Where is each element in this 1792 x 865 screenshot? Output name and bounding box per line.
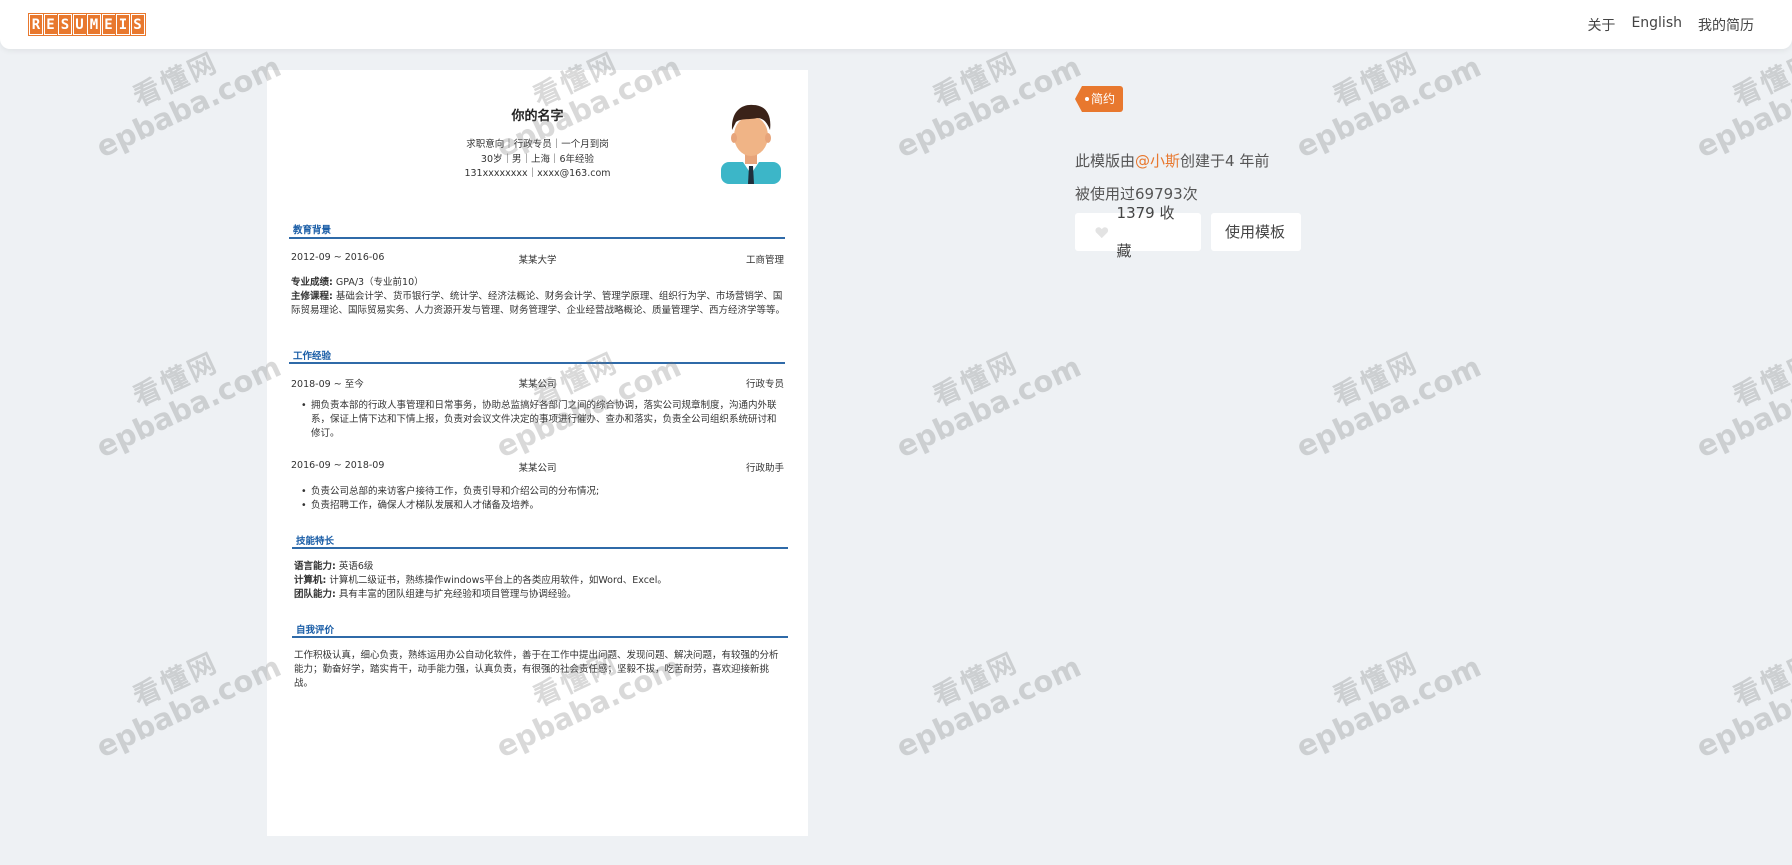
watermark: 看懂网 epbaba.com bbox=[880, 626, 1087, 765]
education-details: 专业成绩: GPA/3（专业前10） 主修课程: 基础会计学、货币银行学、统计学… bbox=[291, 276, 785, 318]
watermark-cn: 看懂网 bbox=[1728, 347, 1792, 414]
favorite-count: 1379 收藏 bbox=[1116, 204, 1175, 260]
style-tag[interactable]: 简约 bbox=[1075, 86, 1124, 112]
watermark-cn: 看懂网 bbox=[1328, 347, 1424, 414]
skill-value: 英语6级 bbox=[335, 561, 374, 572]
logo-letter: U bbox=[71, 13, 88, 36]
watermark-en: epbaba.com bbox=[91, 49, 287, 165]
job-bullet: 负责公司总部的来访客户接待工作，负责引导和介绍公司的分布情况; bbox=[301, 485, 785, 499]
avatar bbox=[721, 104, 781, 184]
template-author-info: 此模版由@小斯创建于4 年前 bbox=[1075, 150, 1269, 171]
self-evaluation-text: 工作积极认真，细心负责，熟练运用办公自动化软件，善于在工作中提出问题、发现问题、… bbox=[294, 650, 779, 689]
skill-label: 计算机: bbox=[294, 575, 327, 586]
watermark-cn: 看懂网 bbox=[128, 347, 224, 414]
job-company: 某某公司 bbox=[518, 379, 557, 390]
job-row: 2018-09 ~ 至今 某某公司 行政专员 bbox=[291, 376, 784, 390]
watermark-en: epbaba.com bbox=[1291, 349, 1487, 465]
courses-value: 基础会计学、货币银行学、统计学、经济法概论、财务会计学、管理学原理、组织行为学、… bbox=[291, 291, 786, 316]
watermark: 看懂网 epbaba.com bbox=[1680, 626, 1792, 765]
education-row: 2012-09 ~ 2016-06 某某大学 工商管理 bbox=[291, 252, 784, 266]
top-navbar: R E S U M E I S 关于 English 我的简历 bbox=[0, 0, 1792, 49]
heart-icon bbox=[1095, 226, 1109, 238]
job-company: 某某公司 bbox=[518, 463, 557, 474]
site-logo[interactable]: R E S U M E I S bbox=[28, 13, 146, 36]
watermark-cn: 看懂网 bbox=[928, 647, 1024, 714]
watermark-cn: 看懂网 bbox=[128, 647, 224, 714]
watermark-en: epbaba.com bbox=[1291, 649, 1487, 765]
job-bullets: 负责公司总部的来访客户接待工作，负责引导和介绍公司的分布情况; 负责招聘工作，确… bbox=[301, 485, 785, 513]
section-divider bbox=[292, 636, 788, 638]
logo-letter: E bbox=[100, 13, 117, 36]
job-role: 行政助手 bbox=[745, 463, 784, 474]
skill-label: 语言能力: bbox=[294, 561, 336, 572]
watermark-en: epbaba.com bbox=[891, 349, 1087, 465]
watermark-en: epbaba.com bbox=[91, 649, 287, 765]
gpa-value: GPA/3（专业前10） bbox=[332, 277, 424, 288]
watermark: 看懂网 epbaba.com bbox=[1280, 326, 1487, 465]
watermark-cn: 看懂网 bbox=[928, 347, 1024, 414]
job-date: 2016-09 ~ 2018-09 bbox=[291, 460, 385, 471]
job-bullets: 拥负责本部的行政人事管理和日常事务，协助总监搞好各部门之间的综合协调，落实公司规… bbox=[301, 399, 785, 441]
nav-about[interactable]: 关于 bbox=[1587, 15, 1615, 35]
logo-letter: S bbox=[129, 13, 146, 36]
courses-label: 主修课程: bbox=[291, 291, 333, 302]
nav-my-resume[interactable]: 我的简历 bbox=[1698, 15, 1754, 35]
watermark: 看懂网 epbaba.com bbox=[80, 626, 287, 765]
section-title-skills: 技能特长 bbox=[296, 536, 335, 547]
nav-english[interactable]: English bbox=[1631, 15, 1682, 35]
section-divider bbox=[292, 547, 788, 549]
section-title-education: 教育背景 bbox=[293, 225, 332, 236]
use-template-button[interactable]: 使用模板 bbox=[1211, 213, 1301, 251]
created-suffix: 创建于4 年前 bbox=[1180, 152, 1270, 170]
watermark-en: epbaba.com bbox=[91, 349, 287, 465]
job-bullet: 拥负责本部的行政人事管理和日常事务，协助总监搞好各部门之间的综合协调，落实公司规… bbox=[301, 399, 785, 441]
logo-letter: M bbox=[86, 13, 102, 36]
logo-letter: S bbox=[57, 13, 73, 36]
watermark-en: epbaba.com bbox=[891, 49, 1087, 165]
watermark-en: epbaba.com bbox=[1691, 49, 1792, 165]
education-date: 2012-09 ~ 2016-06 bbox=[291, 252, 385, 263]
watermark-cn: 看懂网 bbox=[1728, 647, 1792, 714]
gpa-label: 专业成绩: bbox=[291, 277, 333, 288]
watermark: 看懂网 epbaba.com bbox=[880, 326, 1087, 465]
job-role: 行政专员 bbox=[745, 379, 784, 390]
favorite-button[interactable]: 1379 收藏 bbox=[1075, 204, 1201, 260]
resume-preview: 你的名字 求职意向｜行政专员｜一个月到岗 30岁｜男｜上海｜6年经验 131xx… bbox=[267, 70, 808, 836]
watermark: 看懂网 epbaba.com bbox=[1680, 326, 1792, 465]
section-title-work: 工作经验 bbox=[293, 351, 332, 362]
watermark-cn: 看懂网 bbox=[1328, 647, 1424, 714]
watermark: 看懂网 epbaba.com bbox=[1280, 626, 1487, 765]
watermark-en: epbaba.com bbox=[1691, 649, 1792, 765]
watermark-en: epbaba.com bbox=[1291, 49, 1487, 165]
created-prefix: 此模版由 bbox=[1075, 152, 1136, 170]
logo-letter: E bbox=[42, 13, 59, 36]
job-bullet: 负责招聘工作，确保人才梯队发展和人才储备及培养。 bbox=[301, 499, 785, 513]
nav-menu: 关于 English 我的简历 bbox=[1587, 15, 1754, 35]
skill-label: 团队能力: bbox=[294, 589, 336, 600]
skill-value: 具有丰富的团队组建与扩充经验和项目管理与协调经验。 bbox=[335, 589, 577, 600]
watermark-en: epbaba.com bbox=[1691, 349, 1792, 465]
logo-letter: R bbox=[28, 13, 44, 36]
section-divider bbox=[289, 237, 785, 239]
section-divider bbox=[289, 362, 785, 364]
job-date: 2018-09 ~ 至今 bbox=[291, 379, 364, 390]
job-row: 2016-09 ~ 2018-09 某某公司 行政助手 bbox=[291, 460, 784, 474]
logo-letter: I bbox=[115, 13, 131, 36]
education-major: 工商管理 bbox=[745, 255, 784, 266]
skills-list: 语言能力: 英语6级 计算机: 计算机二级证书，熟练操作windows平台上的各… bbox=[294, 560, 786, 602]
section-title-self: 自我评价 bbox=[296, 625, 335, 636]
skill-value: 计算机二级证书，熟练操作windows平台上的各类应用软件，如Word、Exce… bbox=[326, 575, 667, 586]
watermark: 看懂网 epbaba.com bbox=[80, 326, 287, 465]
education-school: 某某大学 bbox=[518, 255, 557, 266]
watermark-en: epbaba.com bbox=[891, 649, 1087, 765]
author-link[interactable]: @小斯 bbox=[1135, 152, 1180, 170]
